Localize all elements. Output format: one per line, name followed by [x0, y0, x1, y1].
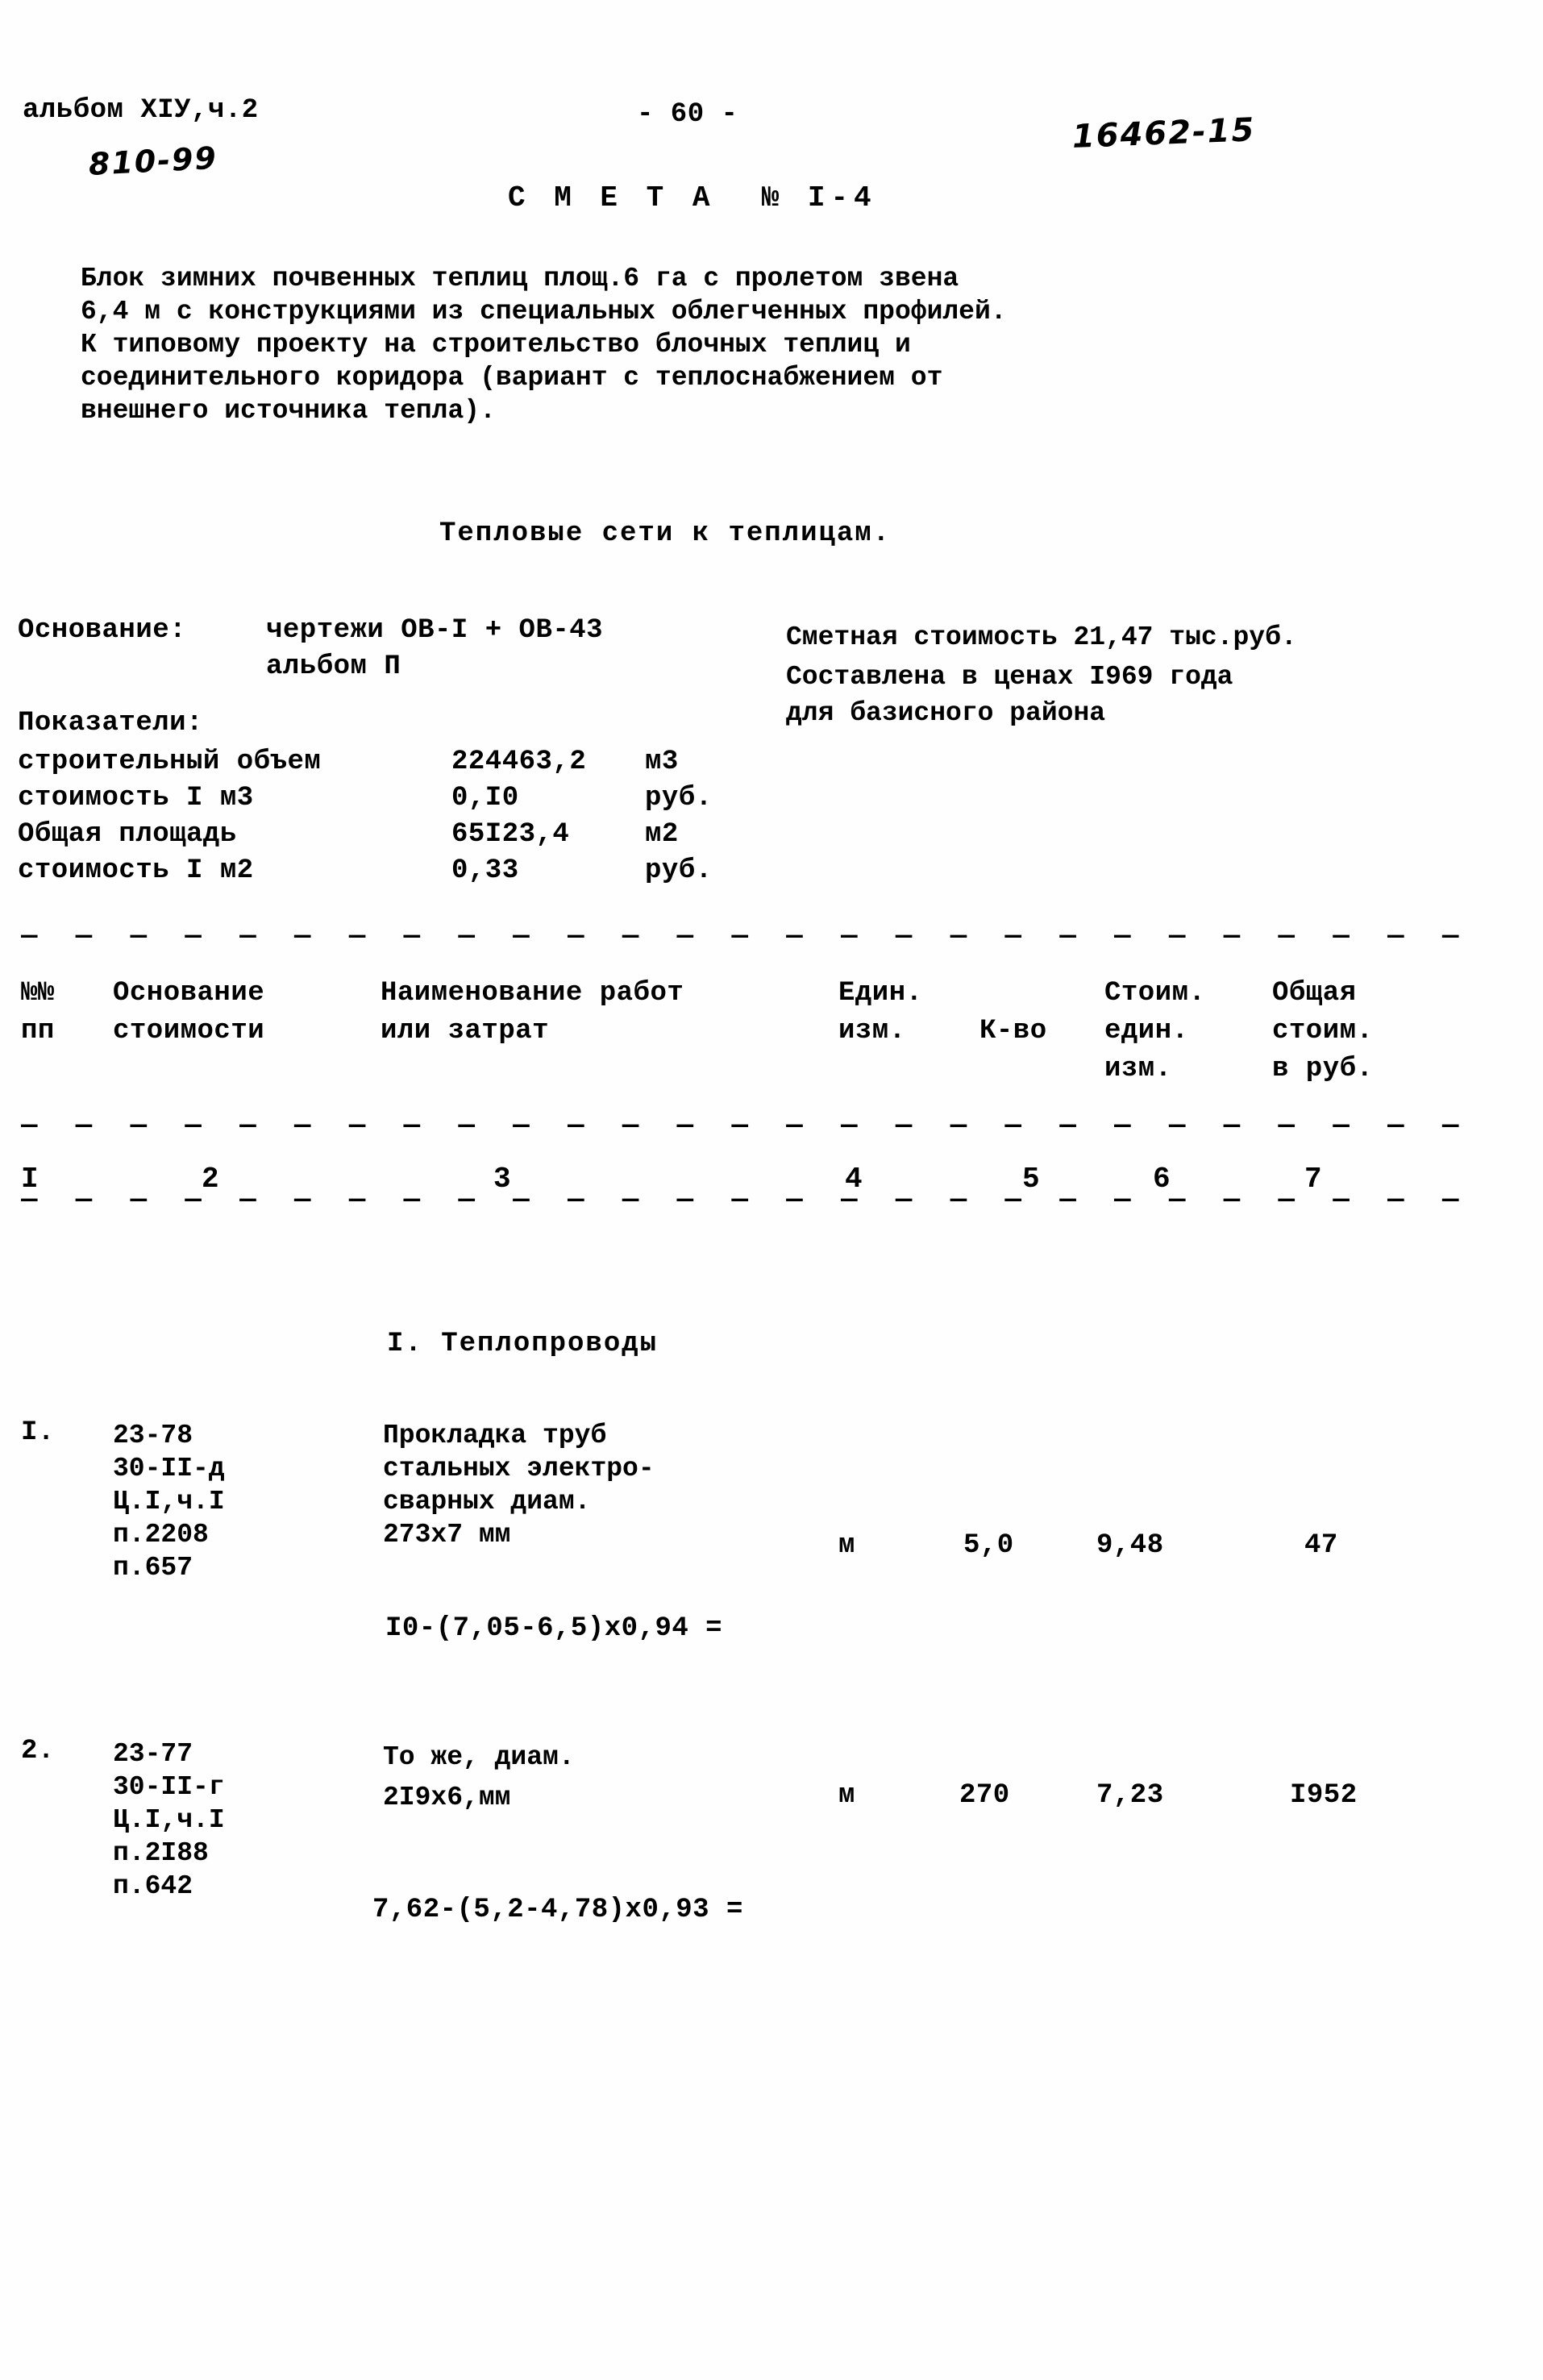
- row-basis-line: п.642: [113, 1871, 193, 1901]
- row-basis-line: п.2208: [113, 1520, 209, 1550]
- row-work-cell: Прокладка труб стальных электро- сварных…: [383, 1419, 655, 1551]
- album-code-handwritten: 810-99: [87, 139, 218, 182]
- row-basis-line: 23-78: [113, 1421, 193, 1450]
- row-basis-line: Ц.I,ч.I: [113, 1487, 225, 1517]
- indicator-name-3: стоимость I м2: [18, 855, 254, 886]
- row-work-line: стальных электро-: [383, 1454, 655, 1483]
- table-header-num-line1: №№: [21, 978, 55, 1009]
- cost-summary: Сметная стоимость 21,47 тыс.руб. Составл…: [786, 617, 1297, 731]
- row-work-line: 273х7 мм: [383, 1520, 511, 1550]
- row-quantity: 270: [959, 1780, 1010, 1811]
- indicator-unit-3: руб.: [645, 855, 713, 886]
- table-header-num-line2: пп: [21, 1016, 55, 1046]
- cost-summary-line-1: Сметная стоимость 21,47 тыс.руб.: [786, 622, 1297, 652]
- row-unit-cost: 9,48: [1096, 1530, 1164, 1561]
- description-line-2: 6,4 м с конструкциями из специальных обл…: [81, 297, 1007, 327]
- table-section-title: I. Теплопроводы: [387, 1329, 659, 1359]
- indicator-name-1: стоимость I м3: [18, 783, 254, 813]
- row-basis-line: 23-77: [113, 1739, 193, 1769]
- indicator-value-0: 224463,2: [451, 747, 587, 777]
- table-rule-middle: — — — — — — — — — — — — — — — — — — — — …: [21, 1113, 1458, 1140]
- table-rule-bottom: — — — — — — — — — — — — — — — — — — — — …: [21, 1187, 1458, 1214]
- basis-value-line-2: альбом П: [266, 651, 401, 682]
- cost-summary-line-2: Составлена в ценах I969 года: [786, 662, 1233, 692]
- row-number: 2.: [21, 1736, 55, 1766]
- row-number: I.: [21, 1417, 55, 1448]
- table-header-unitcost-line2: един.: [1104, 1016, 1189, 1046]
- indicator-value-1: 0,I0: [451, 783, 519, 813]
- table-header-total-line3: в руб.: [1272, 1054, 1374, 1084]
- table-header-basis-line1: Основание: [113, 978, 265, 1009]
- row-unit-cost: 7,23: [1096, 1780, 1164, 1811]
- row-total-cost: 47: [1304, 1530, 1338, 1561]
- row-work-line: 2I9х6,мм: [383, 1783, 511, 1812]
- indicator-unit-0: м3: [645, 747, 679, 777]
- table-header-total-line1: Общая: [1272, 978, 1357, 1009]
- indicator-name-0: строительный объем: [18, 747, 322, 777]
- row-work-line: Прокладка труб: [383, 1421, 607, 1450]
- row-unit: м: [838, 1530, 855, 1561]
- row-basis-line: Ц.I,ч.I: [113, 1805, 225, 1835]
- table-header-total-line2: стоим.: [1272, 1016, 1374, 1046]
- indicator-value-3: 0,33: [451, 855, 519, 886]
- indicator-unit-2: м2: [645, 819, 679, 850]
- row-basis-cell: 23-78 30-II-д Ц.I,ч.I п.2208 п.657: [113, 1419, 225, 1584]
- table-header-unitcost-line1: Стоим.: [1104, 978, 1206, 1009]
- document-title: С М Е Т А № I-4: [508, 181, 877, 214]
- table-header-qty: К-во: [979, 1016, 1047, 1046]
- description-subtitle: Тепловые сети к теплицам.: [439, 518, 892, 549]
- album-reference: альбом XIУ,ч.2: [23, 95, 259, 126]
- row-unit: м: [838, 1780, 855, 1811]
- project-description: Блок зимних почвенных теплиц площ.6 га с…: [81, 262, 1007, 427]
- row-quantity: 5,0: [963, 1530, 1014, 1561]
- table-header-work-line2: или затрат: [381, 1016, 550, 1046]
- row-formula: 7,62-(5,2-4,78)х0,93 =: [372, 1895, 743, 1925]
- description-line-3: К типовому проекту на строительство блоч…: [81, 330, 911, 360]
- cost-summary-line-3: для базисного района: [786, 698, 1106, 728]
- document-page: альбом XIУ,ч.2 810-99 - 60 - 16462-15 С …: [0, 0, 1543, 2380]
- description-line-5: внешнего источника тепла).: [81, 396, 496, 426]
- row-work-line: То же, диам.: [383, 1742, 575, 1772]
- row-basis-line: 30-II-г: [113, 1772, 225, 1802]
- description-line-1: Блок зимних почвенных теплиц площ.6 га с…: [81, 264, 959, 293]
- table-header-unit-line2: изм.: [838, 1016, 906, 1046]
- row-basis-line: 30-II-д: [113, 1454, 225, 1483]
- archive-number-handwritten: 16462-15: [1071, 111, 1257, 156]
- row-basis-line: п.2I88: [113, 1838, 209, 1868]
- row-formula: I0-(7,05-6,5)х0,94 =: [385, 1613, 723, 1644]
- row-basis-line: п.657: [113, 1553, 193, 1583]
- table-header-work-line1: Наименование работ: [381, 978, 684, 1009]
- indicator-unit-1: руб.: [645, 783, 713, 813]
- table-rule-top: — — — — — — — — — — — — — — — — — — — — …: [21, 923, 1458, 951]
- basis-value-line-1: чертежи ОВ-I + ОВ-43: [266, 615, 604, 646]
- description-line-4: соединительного коридора (вариант с тепл…: [81, 363, 943, 393]
- basis-label: Основание:: [18, 615, 187, 646]
- table-header-unit-line1: Един.: [838, 978, 923, 1009]
- row-total-cost: I952: [1290, 1780, 1358, 1811]
- row-work-cell: То же, диам. 2I9х6,мм: [383, 1737, 575, 1818]
- row-work-line: сварных диам.: [383, 1487, 591, 1517]
- table-header-unitcost-line3: изм.: [1104, 1054, 1172, 1084]
- row-basis-cell: 23-77 30-II-г Ц.I,ч.I п.2I88 п.642: [113, 1737, 225, 1903]
- page-number: - 60 -: [637, 99, 738, 130]
- indicator-value-2: 65I23,4: [451, 819, 570, 850]
- indicators-heading: Показатели:: [18, 708, 203, 739]
- table-header-basis-line2: стоимости: [113, 1016, 265, 1046]
- indicator-name-2: Общая площадь: [18, 819, 237, 850]
